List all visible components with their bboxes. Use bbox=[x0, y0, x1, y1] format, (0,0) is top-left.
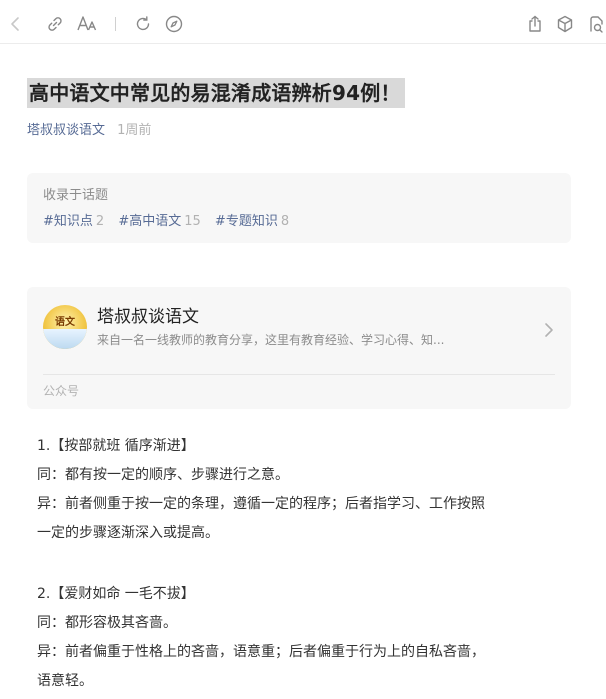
top-toolbar bbox=[0, 0, 606, 44]
topic-label: 收录于话题 bbox=[43, 188, 109, 203]
back-icon[interactable] bbox=[6, 14, 26, 34]
avatar-text: 语文 bbox=[55, 317, 75, 328]
topic-tag-count: 2 bbox=[95, 214, 105, 229]
topic-tags: #知识点 2 #高中语文 15 #专题知识 8 bbox=[43, 212, 299, 232]
topic-card: 收录于话题 #知识点 2 #高中语文 15 #专题知识 8 bbox=[27, 173, 571, 243]
avatar-band bbox=[43, 329, 87, 349]
divider bbox=[43, 374, 555, 375]
publish-time: 1周前 bbox=[117, 123, 152, 138]
idiom-difference: 异：前者侧重于按一定的条理，遵循一定的程序；后者指学习、工作按照 bbox=[37, 496, 485, 512]
article-title: 高中语文中常见的易混淆成语辨析94例！ bbox=[27, 78, 405, 108]
author-link[interactable]: 塔叔叔谈语文 bbox=[27, 123, 105, 138]
article-title-wrap: 高中语文中常见的易混淆成语辨析94例！ bbox=[27, 78, 405, 108]
topic-tag-highschool-chinese[interactable]: #高中语文 15 bbox=[118, 214, 200, 229]
share-icon[interactable] bbox=[525, 14, 545, 34]
idiom-similarity: 同：都有按一定的顺序、步骤进行之意。 bbox=[37, 467, 289, 483]
account-description: 来自一名一线教师的教育分享，这里有教育经验、学习心得、知... bbox=[97, 333, 445, 347]
idiom-similarity: 同：都形容极其吝啬。 bbox=[37, 615, 177, 631]
topic-tag-name: #高中语文 bbox=[118, 214, 182, 229]
article-body: 1.【按部就班 循序渐进】 同：都有按一定的顺序、步骤进行之意。 异：前者侧重于… bbox=[37, 432, 567, 696]
topic-tag-name: #知识点 bbox=[43, 214, 93, 229]
more-icon[interactable] bbox=[585, 14, 605, 34]
idiom-title: 2.【爱财如命 一毛不拔】 bbox=[37, 586, 195, 602]
compass-icon[interactable] bbox=[164, 14, 184, 34]
idiom-title: 1.【按部就班 循序渐进】 bbox=[37, 438, 195, 454]
toolbar-separator bbox=[115, 17, 116, 31]
idiom-difference-cont: 语意轻。 bbox=[37, 673, 93, 689]
account-name: 塔叔叔谈语文 bbox=[97, 307, 199, 327]
refresh-icon[interactable] bbox=[133, 14, 153, 34]
idiom-difference-cont: 一定的步骤逐渐深入或提高。 bbox=[37, 525, 219, 541]
topic-tag-special-knowledge[interactable]: #专题知识 8 bbox=[215, 214, 289, 229]
link-icon[interactable] bbox=[45, 14, 65, 34]
idiom-difference: 异：前者偏重于性格上的吝啬，语意重；后者偏重于行为上的自私吝啬， bbox=[37, 644, 485, 660]
topic-tag-knowledge[interactable]: #知识点 2 bbox=[43, 214, 104, 229]
topic-tag-count: 8 bbox=[280, 214, 290, 229]
font-size-icon[interactable] bbox=[76, 14, 98, 34]
topic-tag-name: #专题知识 bbox=[214, 214, 278, 229]
article-meta: 塔叔叔谈语文 1周前 bbox=[27, 121, 151, 141]
account-card[interactable]: 语文 塔叔叔谈语文 来自一名一线教师的教育分享，这里有教育经验、学习心得、知..… bbox=[27, 287, 571, 409]
account-type: 公众号 bbox=[43, 384, 80, 398]
chevron-right-icon bbox=[543, 321, 555, 339]
topic-tag-count: 15 bbox=[184, 214, 201, 229]
cube-icon[interactable] bbox=[555, 14, 575, 34]
avatar: 语文 bbox=[43, 305, 87, 349]
